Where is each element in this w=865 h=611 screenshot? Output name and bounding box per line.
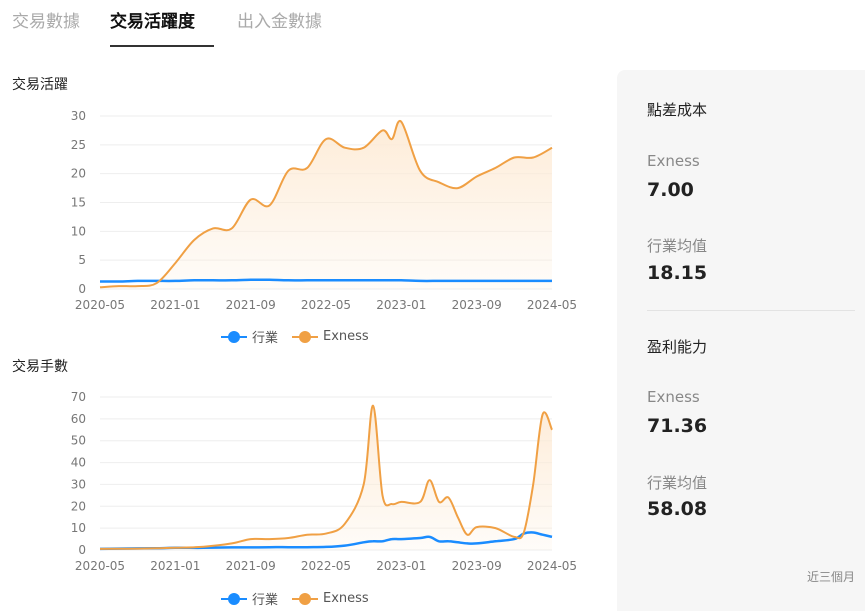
x-tick-label: 2021-09 xyxy=(226,559,276,573)
x-tick-label: 2021-09 xyxy=(226,298,276,312)
profit-exness-label: Exness xyxy=(647,388,700,406)
spread-exness-value: 7.00 xyxy=(647,179,694,201)
legend-industry-marker xyxy=(221,330,247,343)
volume-chart-legend: 行業 Exness xyxy=(221,589,383,608)
y-tick-label: 50 xyxy=(71,434,86,448)
legend-exness[interactable]: Exness xyxy=(292,329,369,344)
tab-trading-activity[interactable]: 交易活躍度 xyxy=(110,7,195,32)
industry-series-line xyxy=(99,278,552,283)
x-tick-label: 2022-05 xyxy=(301,559,351,573)
profit-exness-value: 71.36 xyxy=(647,415,708,437)
spread-cost-title: 點差成本 xyxy=(647,101,708,119)
y-tick-label: 20 xyxy=(71,167,86,181)
x-tick-label: 2023-09 xyxy=(452,559,502,573)
legend-exness-label: Exness xyxy=(323,329,369,344)
x-tick-label: 2021-01 xyxy=(150,559,200,573)
tab-bar: 交易數據 交易活躍度 出入金數據 xyxy=(0,0,600,50)
x-tick-label: 2024-05 xyxy=(527,559,577,573)
legend-exness[interactable]: Exness xyxy=(292,591,369,606)
y-tick-label: 25 xyxy=(71,138,86,152)
y-tick-label: 5 xyxy=(78,253,86,267)
y-tick-label: 60 xyxy=(71,412,86,426)
y-tick-label: 15 xyxy=(71,196,86,210)
x-tick-label: 2020-05 xyxy=(75,559,125,573)
legend-industry-label: 行業 xyxy=(252,331,279,346)
x-tick-label: 2023-09 xyxy=(452,298,502,312)
legend-exness-marker xyxy=(292,592,319,605)
active-tab-indicator xyxy=(110,45,214,47)
legend-industry[interactable]: 行業 xyxy=(221,589,278,608)
exness-area-fill xyxy=(100,120,552,290)
x-tick-label: 2021-01 xyxy=(150,298,200,312)
y-tick-label: 0 xyxy=(78,282,86,296)
legend-exness-marker xyxy=(292,330,319,343)
spread-exness-label: Exness xyxy=(647,152,700,170)
x-tick-label: 2024-05 xyxy=(527,298,577,312)
y-tick-label: 70 xyxy=(71,390,86,404)
x-tick-label: 2023-01 xyxy=(376,559,426,573)
panel-divider xyxy=(647,310,855,311)
y-tick-label: 10 xyxy=(71,521,86,535)
spread-industry-value: 18.15 xyxy=(647,262,708,284)
activity-chart-legend: 行業 Exness xyxy=(221,327,383,346)
x-tick-label: 2022-05 xyxy=(301,298,351,312)
metrics-panel: 點差成本 Exness 7.00 行業均值 18.15 盈利能力 Exness … xyxy=(617,70,865,611)
x-tick-label: 2023-01 xyxy=(376,298,426,312)
x-tick-label: 2020-05 xyxy=(75,298,125,312)
period-note: 近三個月 xyxy=(806,570,855,584)
y-tick-label: 0 xyxy=(78,543,86,557)
tab-trading-data[interactable]: 交易數據 xyxy=(12,7,80,32)
y-tick-label: 20 xyxy=(71,499,86,513)
tab-deposit-withdrawal[interactable]: 出入金數據 xyxy=(237,7,322,32)
profitability-title: 盈利能力 xyxy=(647,338,708,356)
activity-chart-title: 交易活躍 xyxy=(12,77,68,93)
volume-chart: 0 10 20 30 40 50 60 70 2020-05 2021-01 2021-09 2022… xyxy=(71,390,577,573)
y-tick-label: 30 xyxy=(71,109,86,123)
y-tick-label: 30 xyxy=(71,477,86,491)
legend-industry[interactable]: 行業 xyxy=(221,327,278,346)
y-tick-label: 10 xyxy=(71,224,86,238)
profit-industry-value: 58.08 xyxy=(647,498,708,520)
profit-industry-label: 行業均值 xyxy=(647,474,708,492)
legend-exness-label: Exness xyxy=(323,591,369,606)
activity-chart: 0 5 10 15 20 25 30 2020-05 2021-01 2021-09 2022-05… xyxy=(71,109,577,312)
legend-industry-label: 行業 xyxy=(252,593,279,608)
volume-chart-title: 交易手數 xyxy=(12,359,68,375)
y-tick-label: 40 xyxy=(71,456,86,470)
spread-industry-label: 行業均值 xyxy=(647,237,708,255)
legend-industry-marker xyxy=(221,592,247,605)
